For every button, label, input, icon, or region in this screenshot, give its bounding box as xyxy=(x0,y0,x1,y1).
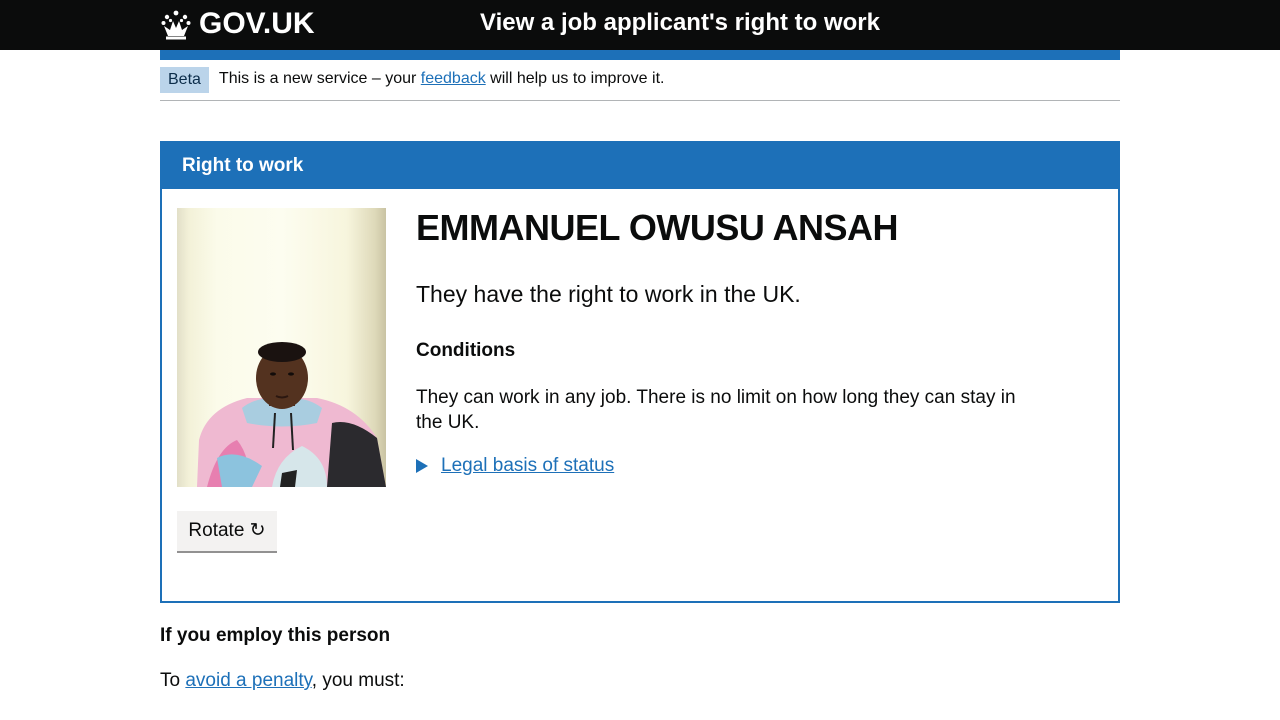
penalty-text-before: To xyxy=(160,670,186,691)
applicant-name: EMMANUEL OWUSU ANSAH xyxy=(416,207,899,248)
feedback-link[interactable]: feedback xyxy=(421,70,486,87)
conditions-heading: Conditions xyxy=(416,340,516,361)
service-name-link[interactable]: View a job applicant's right to work xyxy=(400,9,960,37)
phase-tag: Beta xyxy=(160,67,209,93)
phase-banner-text: This is a new service – your feedback wi… xyxy=(219,70,665,88)
disclosure-triangle-icon[interactable] xyxy=(416,459,428,473)
applicant-photo-drawing xyxy=(197,342,386,487)
phase-text-after: will help us to improve it. xyxy=(485,70,665,87)
logo-text: GOV.UK xyxy=(199,7,315,40)
phase-text-before: This is a new service – your xyxy=(218,70,421,87)
govuk-logo-link[interactable]: GOV.UK xyxy=(160,6,315,42)
applicant-photo xyxy=(177,208,386,487)
header-blue-stripe xyxy=(160,50,1120,60)
phase-banner: Beta This is a new service – your feedba… xyxy=(160,67,1120,101)
legal-basis-link[interactable]: Legal basis of status xyxy=(441,455,614,477)
crown-icon xyxy=(161,10,191,40)
conditions-text: They can work in any job. There is no li… xyxy=(416,387,1016,433)
right-to-work-status: They have the right to work in the UK. xyxy=(416,281,801,307)
employ-heading: If you employ this person xyxy=(160,625,391,646)
legal-basis-details[interactable]: Legal basis of status xyxy=(416,455,614,477)
panel-heading: Right to work xyxy=(162,143,1118,189)
rotate-button[interactable]: Rotate ↻ xyxy=(177,511,277,551)
right-to-work-panel: Right to work Rotate ↻ EMMANUEL OWUSU AN… xyxy=(160,141,1120,603)
penalty-paragraph: To avoid a penalty, you must: xyxy=(160,670,405,692)
site-header: GOV.UK View a job applicant's right to w… xyxy=(0,0,1280,50)
avoid-penalty-link[interactable]: avoid a penalty xyxy=(185,670,311,691)
penalty-text-after: , you must: xyxy=(311,670,405,691)
